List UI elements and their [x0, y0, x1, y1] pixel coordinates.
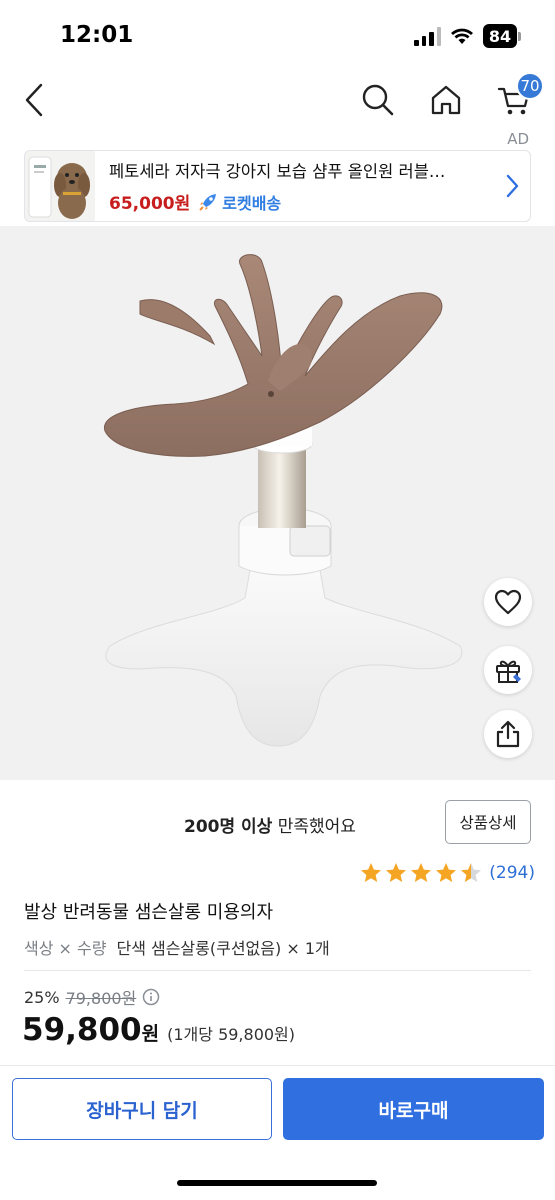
top-navigation: 70	[0, 70, 555, 130]
product-detail-button[interactable]: 상품상세	[445, 800, 531, 844]
product-title: 발상 반려동물 샘슨살롱 미용의자	[24, 902, 274, 923]
price-meta: 25% 79,800원	[24, 985, 160, 1009]
ad-title: 페토세라 저자극 강아지 보습 샴푸 올인원 러블…	[109, 162, 446, 181]
home-icon	[431, 85, 461, 115]
grooming-chair-image	[104, 254, 463, 747]
add-to-cart-button[interactable]: 장바구니 담기	[12, 1078, 272, 1140]
info-icon[interactable]	[142, 988, 160, 1006]
final-price-group: 59,800원	[22, 1012, 159, 1048]
search-button[interactable]	[354, 76, 402, 124]
satisfaction-row: 200명 이상 만족했어요 상품상세	[0, 800, 555, 846]
cart-button[interactable]: 70	[490, 72, 544, 124]
star-icon	[386, 863, 407, 882]
signal-icon	[414, 26, 441, 46]
share-icon	[496, 720, 520, 748]
chevron-right-icon	[506, 174, 519, 198]
original-price: 79,800원	[65, 989, 137, 1008]
status-bar: 12:01 84	[0, 0, 555, 70]
option-value: 단색 샘슨살롱(쿠션없음) × 1개	[116, 939, 330, 958]
final-price-row: 59,800원 (1개당 59,800원)	[22, 1012, 295, 1048]
heart-icon	[494, 589, 522, 615]
ad-chevron	[494, 174, 530, 198]
cart-count-badge: 70	[516, 72, 544, 100]
ad-banner[interactable]: 페토세라 저자극 강아지 보습 샴푸 올인원 러블… 65,000원 로켓배송	[24, 150, 531, 222]
battery-level: 84	[483, 24, 517, 48]
search-icon	[362, 84, 394, 116]
star-icon	[461, 863, 482, 882]
divider	[24, 970, 531, 971]
product-image[interactable]	[0, 226, 555, 780]
ad-text: 페토세라 저자극 강아지 보습 샴푸 올인원 러블… 65,000원 로켓배송	[95, 158, 494, 214]
satisfaction-label: 만족했어요	[272, 817, 356, 837]
back-icon	[25, 83, 43, 117]
final-price: 59,800	[22, 1012, 142, 1048]
star-icon	[361, 863, 382, 882]
gift-icon	[496, 660, 521, 683]
buy-now-button[interactable]: 바로구매	[283, 1078, 544, 1140]
rocket-icon	[199, 193, 217, 211]
unit-price: (1개당 59,800원)	[167, 1025, 296, 1044]
option-row[interactable]: 색상 × 수량 단색 샘슨살롱(쿠션없음) × 1개	[24, 935, 330, 959]
wishlist-button[interactable]	[484, 578, 532, 626]
home-indicator	[177, 1180, 377, 1186]
ad-label: AD	[507, 130, 529, 148]
star-icon	[436, 863, 457, 882]
final-price-unit: 원	[141, 1023, 160, 1045]
rating-stars	[359, 861, 483, 885]
option-label: 색상 × 수량	[24, 939, 107, 958]
discount-rate: 25%	[24, 987, 60, 1007]
battery-icon: 84	[483, 24, 521, 48]
ad-price-row: 65,000원 로켓배송	[109, 189, 494, 214]
satisfaction-count: 200명 이상	[184, 817, 273, 837]
ad-thumbnail	[25, 151, 95, 221]
back-button[interactable]	[10, 76, 58, 124]
wifi-icon	[451, 28, 473, 44]
home-button[interactable]	[422, 76, 470, 124]
review-count: (294)	[489, 863, 535, 883]
rocket-delivery-label: 로켓배송	[222, 193, 282, 213]
rocket-delivery-badge: 로켓배송	[198, 190, 281, 214]
gift-button[interactable]	[484, 646, 532, 694]
ad-price: 65,000원	[109, 194, 191, 214]
status-icons: 84	[414, 24, 521, 48]
star-icon	[411, 863, 432, 882]
rating-row[interactable]: (294)	[359, 860, 535, 886]
satisfaction-text: 200명 이상 만족했어요	[184, 812, 356, 837]
share-button[interactable]	[484, 710, 532, 758]
status-time: 12:01	[60, 22, 134, 48]
